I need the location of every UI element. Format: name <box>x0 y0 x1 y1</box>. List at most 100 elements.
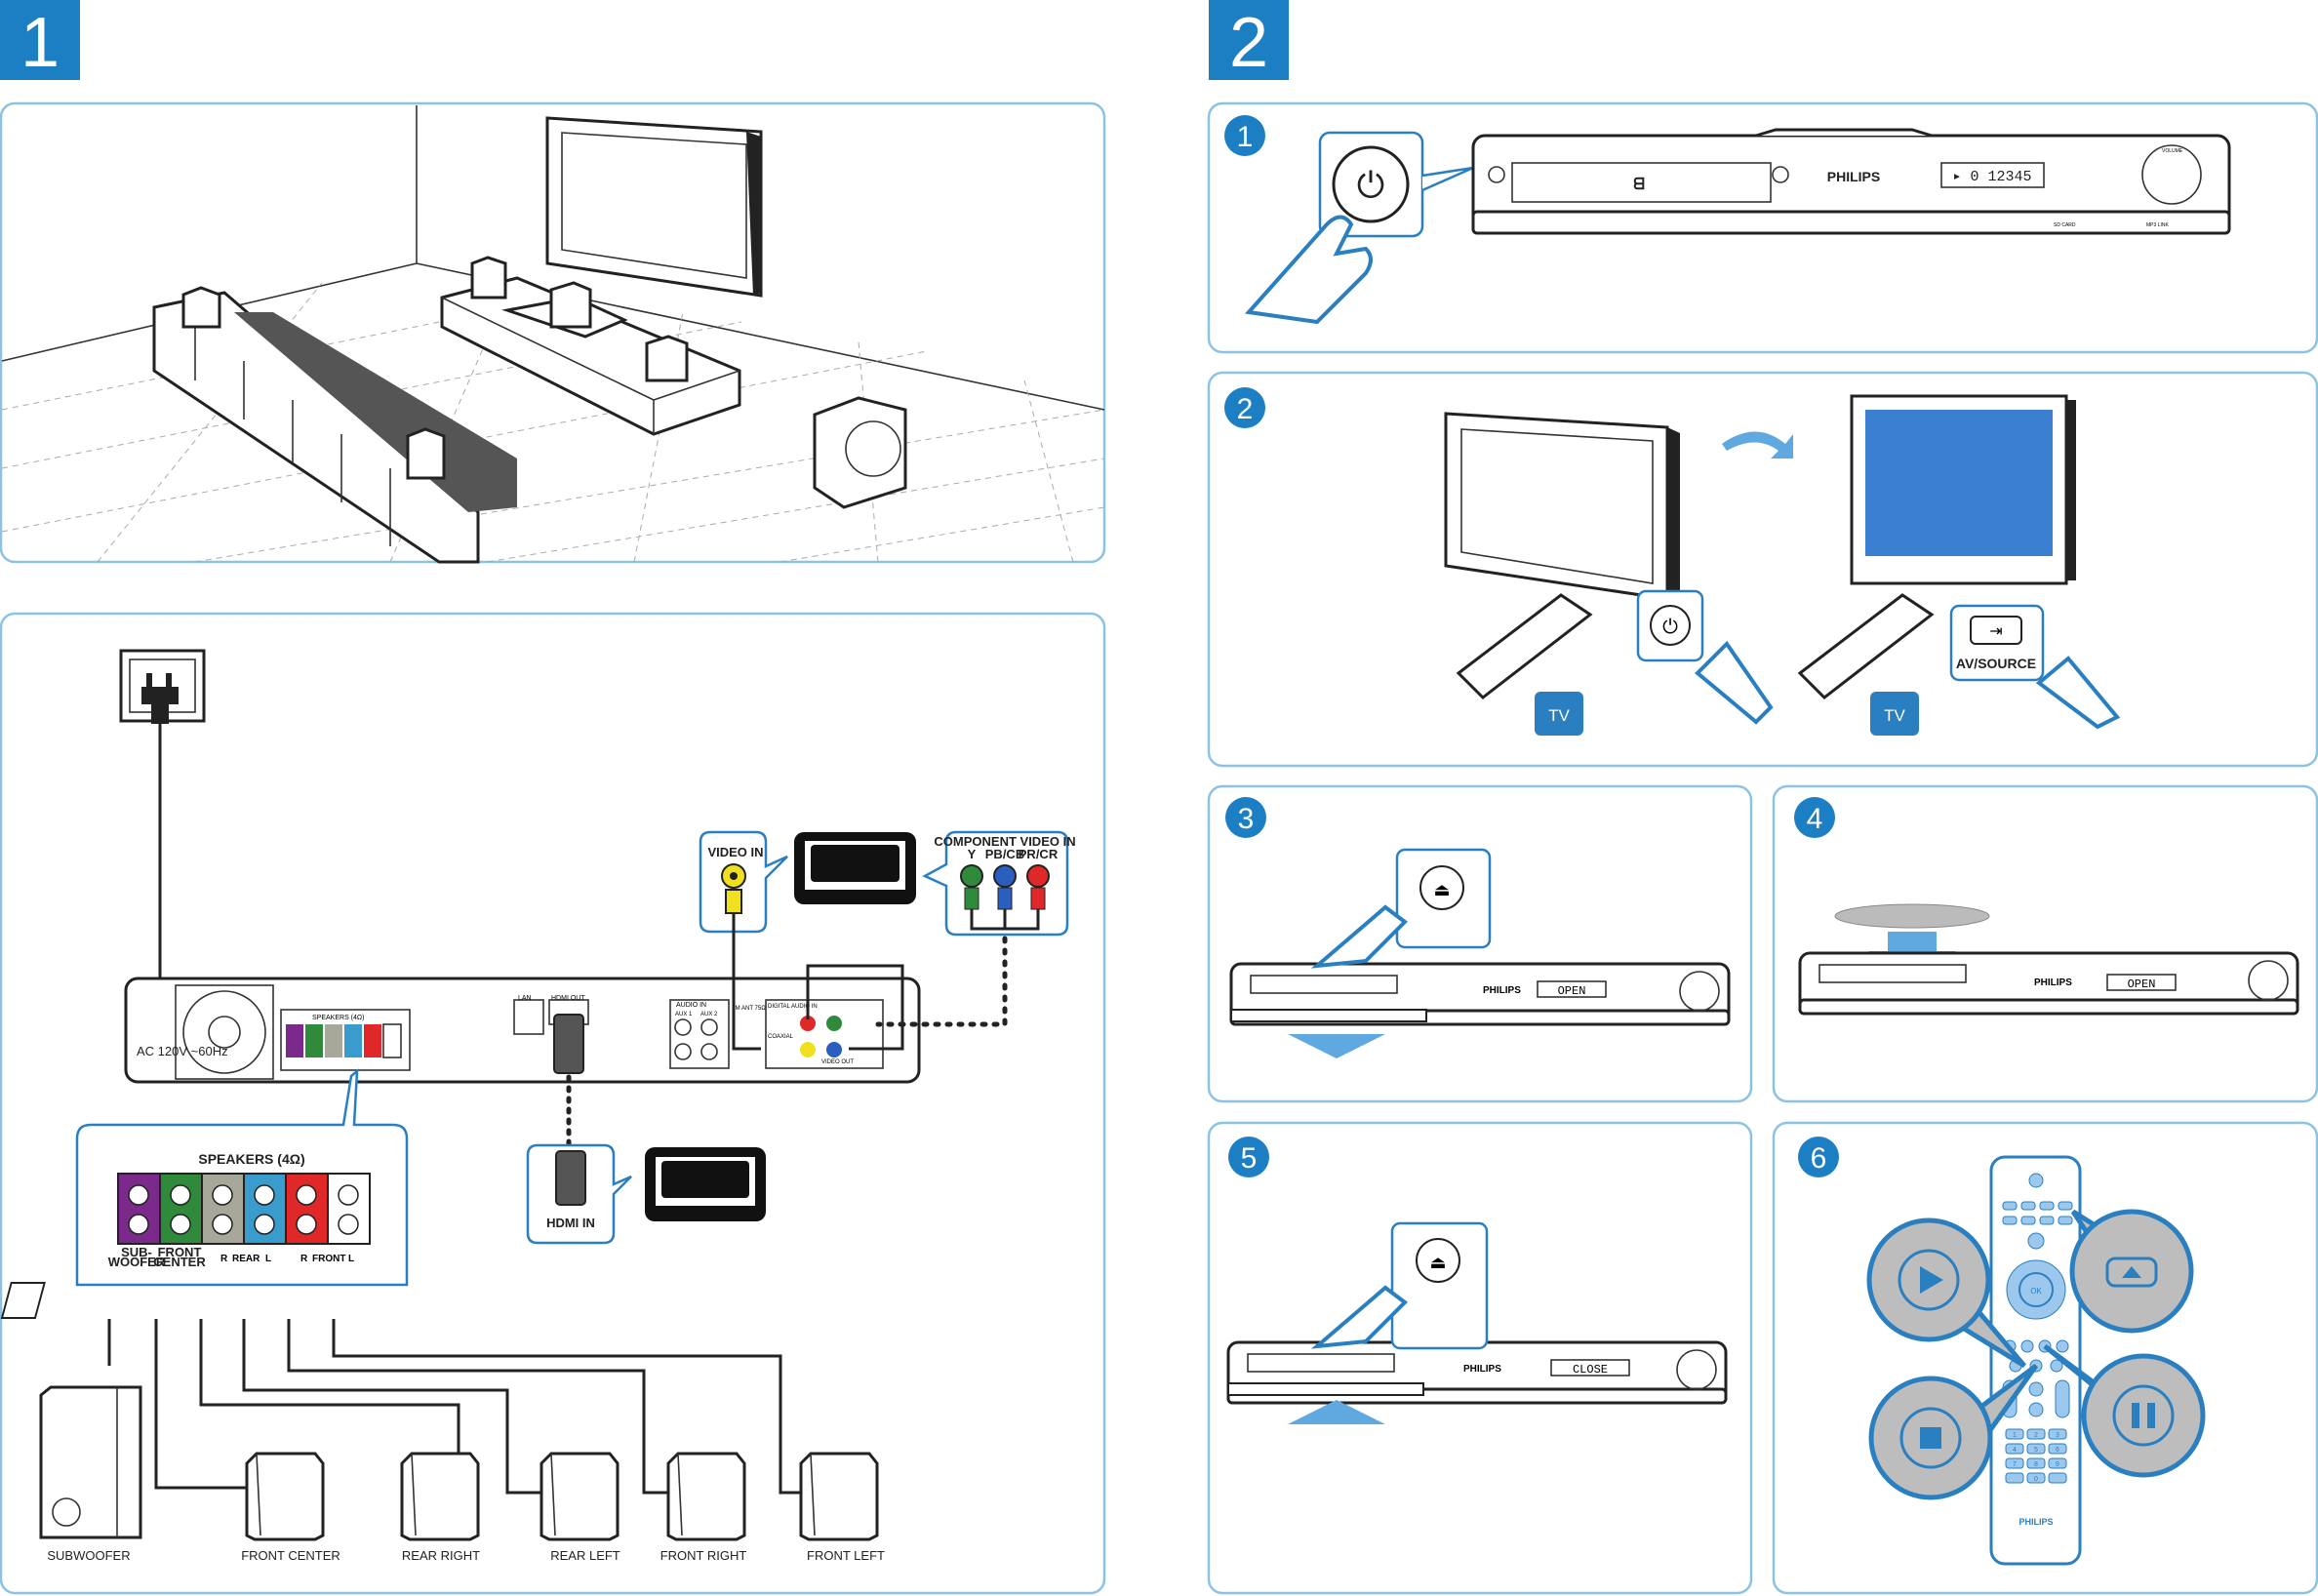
eject-callout: ⏏ <box>1390 1221 1489 1350</box>
svg-text:AUX 2: AUX 2 <box>700 1012 718 1017</box>
step-2-panel: 2 ⏻ ⇥ AV/SOURCE TV TV <box>1207 371 2318 768</box>
section-2-number: 2 <box>1229 4 1268 82</box>
eject-callout: ⏏ <box>1395 848 1492 949</box>
quick-start-guide: 1 AC 120V ~60Hz SPEAKERS (4Ω) LAN HDMI O… <box>0 0 2318 1595</box>
eject-button-callout <box>2069 1209 2194 1334</box>
svg-text:8: 8 <box>2034 1461 2038 1468</box>
svg-text:1: 1 <box>1237 121 1254 153</box>
svg-text:SD CARD: SD CARD <box>2054 222 2076 228</box>
svg-text:CENTER: CENTER <box>153 1255 206 1269</box>
svg-text:1: 1 <box>2013 1432 2017 1439</box>
eject-icon: ⏏ <box>1433 880 1450 899</box>
svg-text:COAXIAL: COAXIAL <box>768 1034 794 1040</box>
tv-on <box>1850 394 2076 585</box>
svg-text:6: 6 <box>2056 1447 2059 1454</box>
svg-text:3: 3 <box>1238 803 1255 835</box>
svg-text:REAR: REAR <box>232 1254 260 1264</box>
rear-right-speaker-icon <box>400 1452 480 1541</box>
av-source-callout: ⇥ AV/SOURCE <box>1949 604 2045 682</box>
hdmi-in-label: HDMI IN <box>546 1216 595 1230</box>
svg-text:9: 9 <box>2056 1461 2059 1468</box>
svg-text:DIGITAL AUDIO IN: DIGITAL AUDIO IN <box>768 1004 818 1010</box>
svg-text:4: 4 <box>1807 803 1823 835</box>
eject-icon: ⏏ <box>1429 1253 1446 1272</box>
svg-text:MP3 LINK: MP3 LINK <box>2146 222 2169 228</box>
svg-text:▸ 0 12345: ▸ 0 12345 <box>1952 169 2031 185</box>
tv-on-wall <box>545 116 763 298</box>
svg-text:PHILIPS: PHILIPS <box>1483 985 1521 996</box>
tv-icon-composite <box>794 832 916 904</box>
svg-text:4: 4 <box>2013 1447 2017 1454</box>
svg-text:ᗺ: ᗺ <box>1633 177 1645 193</box>
svg-text:PHILIPS: PHILIPS <box>1827 169 1880 184</box>
svg-text:OPEN: OPEN <box>2128 978 2156 991</box>
step-6-panel: 6 OK 1 2 3 4 5 6 7 8 9 0 PHILIPS <box>1772 1121 2318 1595</box>
speaker-label: SUBWOOFER <box>47 1548 130 1563</box>
speakers-title: SPEAKERS (4Ω) <box>198 1151 304 1167</box>
speaker-label: REAR LEFT <box>550 1548 620 1563</box>
svg-text:AUX 1: AUX 1 <box>675 1012 693 1017</box>
svg-text:LAN: LAN <box>518 995 532 1002</box>
input-icon: ⇥ <box>1989 623 2002 640</box>
front-center-speaker-icon <box>245 1452 325 1541</box>
speaker-label: FRONT RIGHT <box>660 1548 747 1563</box>
svg-text:5: 5 <box>2034 1447 2038 1454</box>
svg-text:6: 6 <box>1811 1142 1827 1175</box>
speaker-label: REAR RIGHT <box>402 1548 480 1563</box>
svg-text:VOLUME: VOLUME <box>2162 148 2183 154</box>
av-source-label: AV/SOURCE <box>1956 656 2036 671</box>
svg-text:AUDIO IN: AUDIO IN <box>676 1002 706 1009</box>
power-icon: ⏻ <box>1662 617 1678 638</box>
disc-icon <box>1834 903 1990 929</box>
tv-badge-2: TV <box>1870 692 1919 736</box>
svg-text:0: 0 <box>2034 1476 2038 1483</box>
svg-text:TV: TV <box>1884 706 1905 725</box>
section-1-number: 1 <box>20 4 60 82</box>
stop-icon <box>1920 1427 1941 1449</box>
subwoofer-icon <box>39 1385 142 1539</box>
tv-power-callout: ⏻ <box>1636 589 1704 662</box>
subwoofer-room <box>813 396 907 509</box>
connection-panel: AC 120V ~60Hz SPEAKERS (4Ω) LAN HDMI OUT… <box>0 612 1106 1595</box>
speaker-label: FRONT CENTER <box>241 1548 340 1563</box>
step-3-panel: 3 PHILIPS OPEN ⏏ <box>1207 784 1753 1103</box>
video-in-label: VIDEO IN <box>707 845 763 859</box>
tv-badge-1: TV <box>1535 692 1583 736</box>
svg-text:2: 2 <box>1237 393 1254 425</box>
svg-text:AC 120V ~60Hz: AC 120V ~60Hz <box>137 1044 228 1058</box>
speaker-terminals <box>117 1173 371 1245</box>
power-icon: ⏻ <box>1357 165 1384 205</box>
step-4-panel: 4 PHILIPS OPEN <box>1772 784 2318 1103</box>
svg-text:Y: Y <box>968 847 977 861</box>
svg-text:SPEAKERS (4Ω): SPEAKERS (4Ω) <box>312 1015 364 1021</box>
svg-text:OPEN: OPEN <box>1558 984 1586 998</box>
step-1-panel: 1 ⏻ ᗺ PHILIPS ▸ 0 12345 VOLUME SD CARD M… <box>1207 101 2318 354</box>
svg-text:5: 5 <box>1241 1142 1258 1175</box>
step-5-panel: 5 PHILIPS CLOSE ⏏ <box>1207 1121 1753 1595</box>
svg-text:2: 2 <box>2034 1432 2038 1439</box>
svg-text:7: 7 <box>2013 1461 2017 1468</box>
front-right-speaker-icon <box>666 1452 746 1541</box>
svg-text:R: R <box>220 1254 228 1264</box>
tv-off <box>1444 412 1680 601</box>
pause-icon <box>2132 1403 2139 1428</box>
svg-text:PHILIPS: PHILIPS <box>2018 1517 2053 1527</box>
svg-text:R: R <box>300 1254 308 1264</box>
room-placement-panel <box>0 101 1106 564</box>
svg-text:CLOSE: CLOSE <box>1573 1363 1608 1377</box>
svg-text:PR/CR: PR/CR <box>1019 847 1059 861</box>
tv-icon-hdmi <box>645 1147 766 1221</box>
svg-text:L: L <box>265 1254 271 1264</box>
front-left-speaker-icon <box>799 1452 879 1541</box>
svg-text:PHILIPS: PHILIPS <box>1463 1364 1501 1375</box>
speaker-label: FRONT LEFT <box>807 1548 885 1563</box>
svg-text:FM ANT 75Ω: FM ANT 75Ω <box>732 1006 766 1012</box>
svg-text:FRONT: FRONT <box>312 1254 345 1264</box>
svg-text:3: 3 <box>2056 1432 2059 1439</box>
svg-text:PHILIPS: PHILIPS <box>2034 978 2072 988</box>
svg-text:VIDEO OUT: VIDEO OUT <box>821 1059 854 1065</box>
svg-text:TV: TV <box>1548 706 1570 725</box>
player-front-step1: ᗺ PHILIPS ▸ 0 12345 VOLUME SD CARD MP3 L… <box>1471 128 2231 235</box>
rear-left-speaker-icon <box>540 1452 619 1541</box>
device-back-panel: AC 120V ~60Hz SPEAKERS (4Ω) LAN HDMI OUT… <box>124 977 921 1084</box>
